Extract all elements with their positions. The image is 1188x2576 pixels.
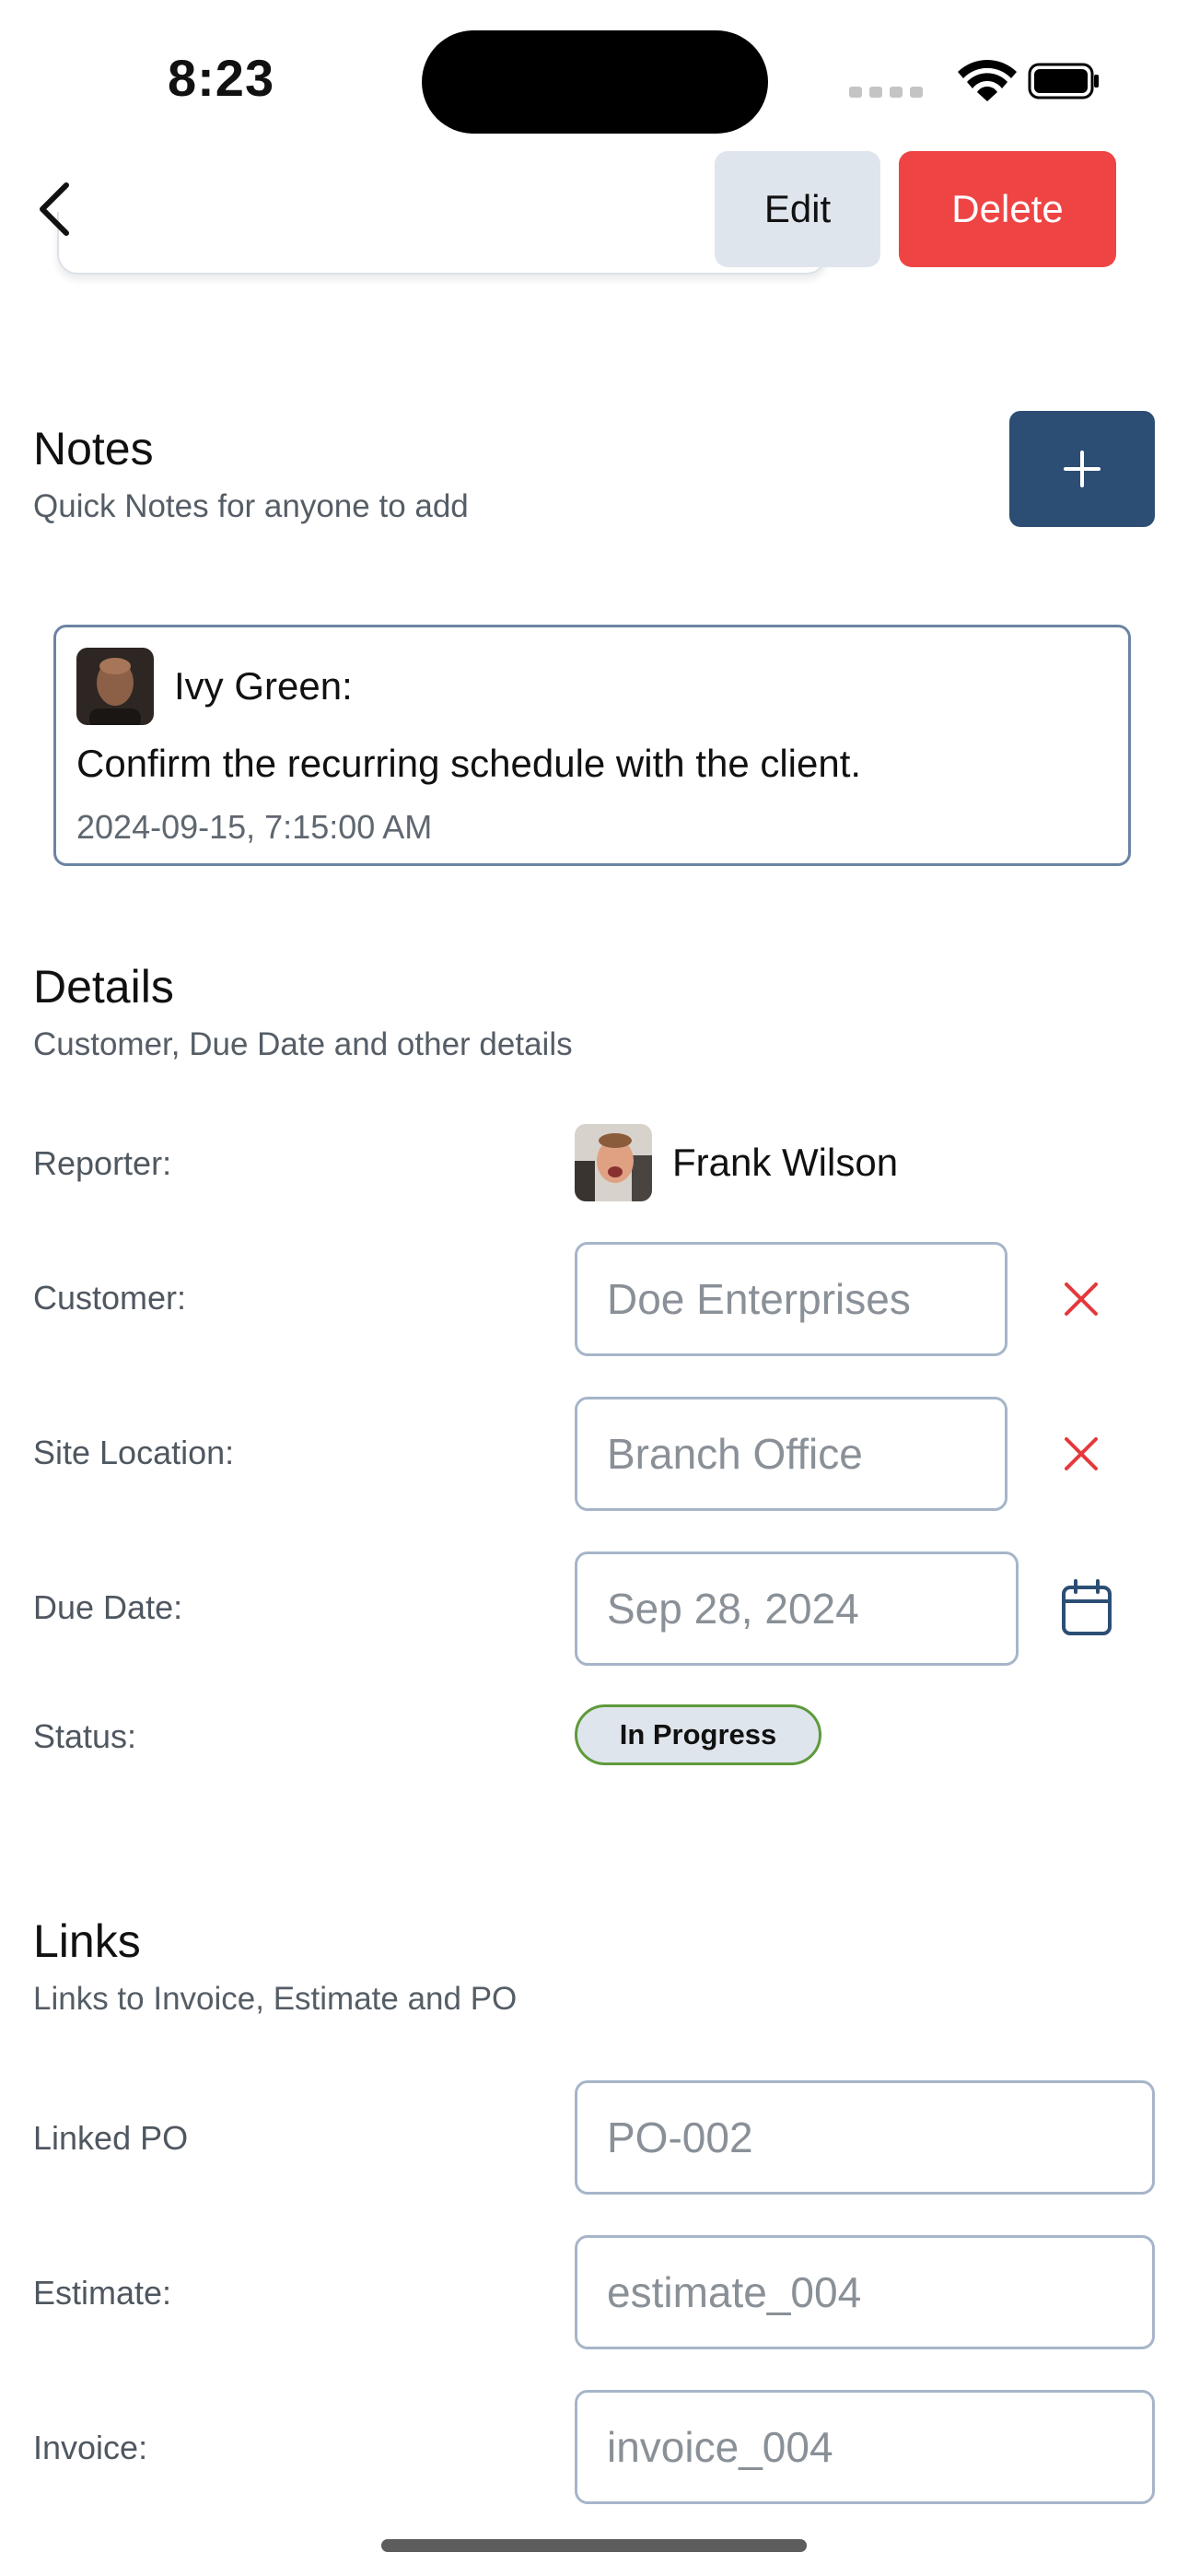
invoice-label: Invoice: <box>33 2429 148 2466</box>
links-subtitle: Links to Invoice, Estimate and PO <box>33 1981 518 2017</box>
add-note-button[interactable] <box>1009 411 1155 527</box>
clear-site-location-button[interactable] <box>1054 1426 1109 1481</box>
reporter-label: Reporter: <box>33 1144 172 1182</box>
due-date-field[interactable]: Sep 28, 2024 <box>575 1551 1019 1666</box>
status-label: Status: <box>33 1717 137 1755</box>
site-location-label: Site Location: <box>33 1434 235 1471</box>
details-title: Details <box>33 961 174 1013</box>
wifi-icon <box>958 60 1017 101</box>
avatar <box>575 1124 652 1201</box>
close-icon <box>1065 1282 1098 1316</box>
customer-field[interactable]: Doe Enterprises <box>575 1242 1007 1356</box>
status-time: 8:23 <box>168 49 275 107</box>
notes-title: Notes <box>33 423 154 474</box>
calendar-icon <box>1062 1579 1112 1635</box>
previous-card-edge <box>57 212 827 275</box>
back-button[interactable] <box>26 175 83 243</box>
battery-icon <box>1028 63 1099 100</box>
customer-label: Customer: <box>33 1279 187 1317</box>
home-indicator <box>381 2539 807 2552</box>
note-timestamp: 2024-09-15, 7:15:00 AM <box>76 808 433 846</box>
estimate-field[interactable]: estimate_004 <box>575 2235 1155 2349</box>
reporter-name: Frank Wilson <box>672 1141 899 1184</box>
dynamic-island <box>422 30 768 134</box>
avatar <box>76 648 154 725</box>
plus-icon <box>1064 451 1101 487</box>
invoice-field[interactable]: invoice_004 <box>575 2390 1155 2504</box>
links-title: Links <box>33 1915 141 1967</box>
note-text: Confirm the recurring schedule with the … <box>76 742 862 785</box>
details-subtitle: Customer, Due Date and other details <box>33 1026 573 1062</box>
status-badge[interactable]: In Progress <box>575 1704 821 1765</box>
estimate-label: Estimate: <box>33 2274 172 2312</box>
linked-po-label: Linked PO <box>33 2119 189 2157</box>
chevron-left-icon <box>40 182 69 236</box>
site-location-field[interactable]: Branch Office <box>575 1397 1007 1511</box>
clear-customer-button[interactable] <box>1054 1271 1109 1327</box>
status-icons <box>849 60 1099 101</box>
linked-po-field[interactable]: PO-002 <box>575 2080 1155 2195</box>
edit-button[interactable]: Edit <box>715 151 880 267</box>
due-date-label: Due Date: <box>33 1588 183 1626</box>
note-card: Ivy Green: Confirm the recurring schedul… <box>53 625 1131 866</box>
note-author: Ivy Green: <box>174 664 353 708</box>
close-icon <box>1065 1437 1098 1470</box>
delete-button[interactable]: Delete <box>899 151 1116 267</box>
notes-subtitle: Quick Notes for anyone to add <box>33 488 469 524</box>
cellular-signal-icon <box>849 87 923 98</box>
calendar-button[interactable] <box>1057 1575 1116 1640</box>
